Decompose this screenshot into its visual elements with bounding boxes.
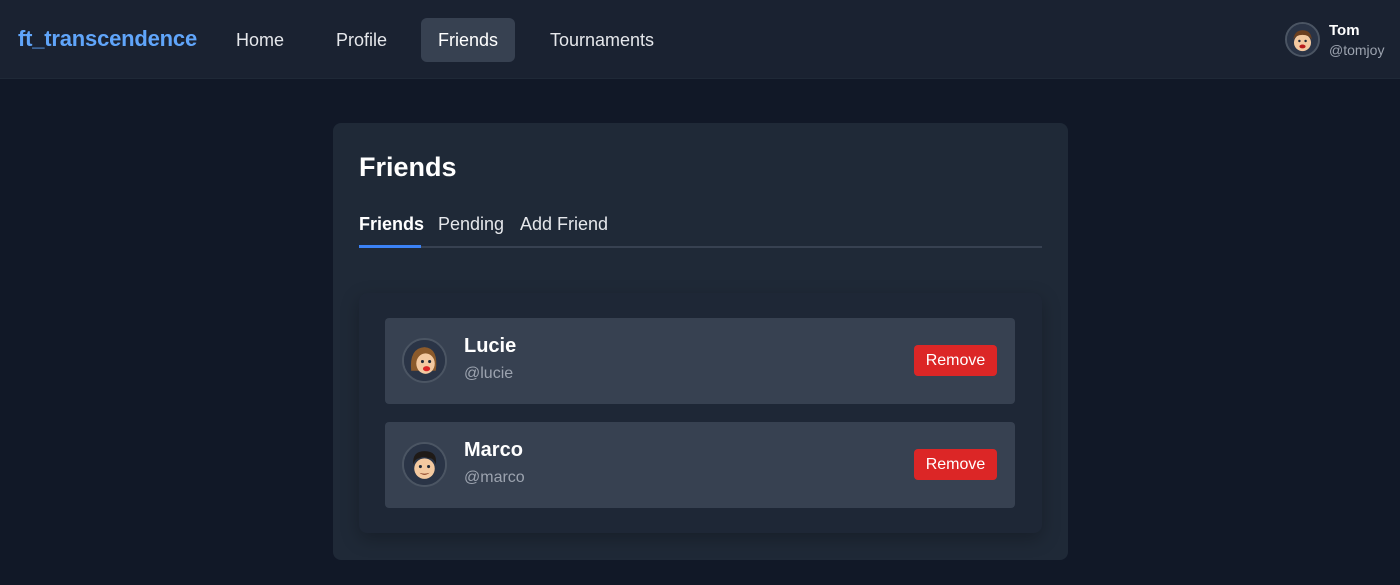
top-navbar: ft_transcendence Home Profile Friends To… bbox=[0, 0, 1400, 79]
friend-row: Lucie @lucie Remove bbox=[385, 318, 1015, 404]
tab-pending[interactable]: Pending bbox=[438, 214, 504, 235]
remove-friend-button[interactable]: Remove bbox=[914, 449, 997, 480]
friend-row: Marco @marco Remove bbox=[385, 422, 1015, 508]
nav-tournaments[interactable]: Tournaments bbox=[533, 18, 671, 62]
user-handle: @tomjoy bbox=[1329, 42, 1385, 58]
cartoon-avatar-icon bbox=[1285, 22, 1320, 57]
remove-friend-button[interactable]: Remove bbox=[914, 345, 997, 376]
active-tab-indicator bbox=[359, 245, 421, 248]
brand-logo-link[interactable]: ft_transcendence bbox=[18, 26, 197, 52]
friend-name: Lucie bbox=[464, 335, 517, 357]
cartoon-avatar-icon bbox=[402, 442, 447, 487]
user-menu[interactable]: Tom @tomjoy bbox=[1285, 21, 1395, 61]
friend-name: Marco bbox=[464, 439, 523, 461]
friend-handle: @marco bbox=[464, 469, 525, 486]
friends-card: Friends Friends Pending Add Friend Lucie… bbox=[333, 123, 1068, 560]
friends-tabs: Friends Pending Add Friend bbox=[359, 207, 1042, 248]
cartoon-avatar-icon bbox=[402, 338, 447, 383]
nav-friends[interactable]: Friends bbox=[421, 18, 516, 62]
nav-home[interactable]: Home bbox=[219, 18, 301, 62]
user-name: Tom bbox=[1329, 22, 1360, 39]
friends-list: Lucie @lucie Remove Marco @marco Remove bbox=[359, 293, 1042, 533]
nav-profile[interactable]: Profile bbox=[319, 18, 404, 62]
page-title: Friends bbox=[359, 152, 457, 182]
tab-friends[interactable]: Friends bbox=[359, 214, 424, 235]
tab-add-friend[interactable]: Add Friend bbox=[520, 214, 608, 235]
friend-handle: @lucie bbox=[464, 365, 514, 382]
